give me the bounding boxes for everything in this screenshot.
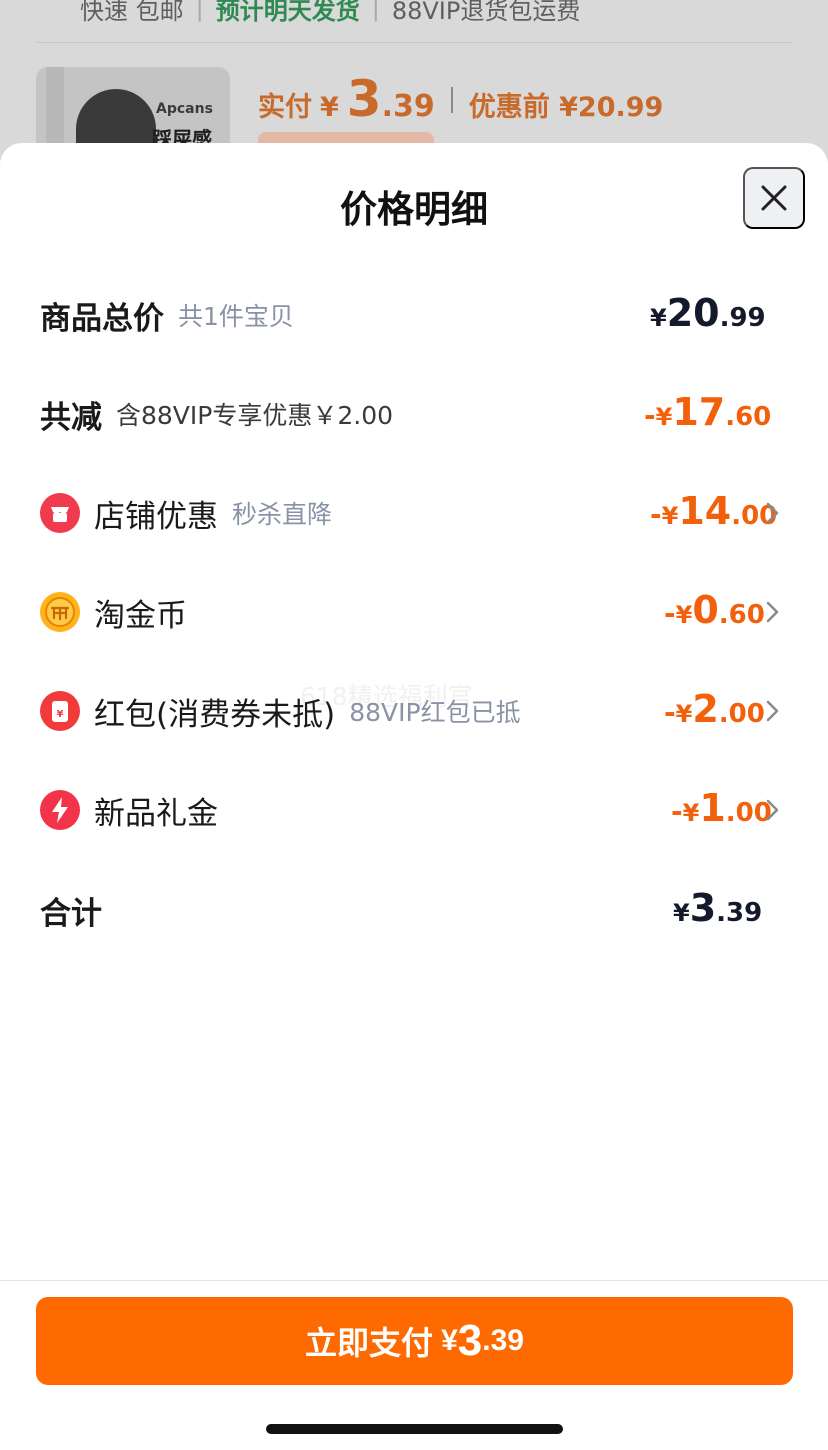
svg-text:¥: ¥ bbox=[57, 709, 64, 720]
pay-amount-dec: .39 bbox=[482, 1324, 524, 1357]
row-label: 店铺优惠 bbox=[94, 498, 218, 535]
row-sub: 含88VIP专享优惠￥2.00 bbox=[116, 401, 394, 430]
amount-taojin-coin: - ¥ 0 .60 bbox=[664, 588, 765, 632]
store-icon bbox=[40, 493, 80, 533]
row-sub: 88VIP红包已抵 bbox=[349, 698, 521, 727]
footer-divider bbox=[0, 1280, 828, 1281]
shipping-express: 快速 包邮 bbox=[80, 0, 184, 25]
close-button[interactable] bbox=[743, 167, 805, 229]
shipping-dispatch: 预计明天发货 bbox=[215, 0, 360, 25]
row-label: 红包(消费券未抵) bbox=[94, 696, 336, 733]
chevron-right-icon[interactable] bbox=[762, 599, 782, 625]
chevron-right-icon[interactable] bbox=[762, 500, 782, 526]
red-packet-icon: ¥ bbox=[40, 691, 80, 731]
amount-new-product-gift: - ¥ 1 .00 bbox=[671, 786, 772, 830]
shipping-vip-return: 88VIP退货包运费 bbox=[391, 0, 581, 25]
amount-total-goods: ¥ 20 .99 bbox=[650, 291, 766, 335]
paid-amount-dec: .39 bbox=[381, 89, 435, 124]
home-indicator bbox=[266, 1424, 563, 1434]
row-label: 合计 bbox=[40, 895, 102, 932]
sheet-title: 价格明细 bbox=[340, 188, 488, 231]
taojin-coin-icon bbox=[40, 592, 80, 632]
amount-total-reduction: - ¥ 17 .60 bbox=[644, 390, 772, 434]
chevron-right-icon[interactable] bbox=[762, 797, 782, 823]
chevron-right-icon[interactable] bbox=[762, 698, 782, 724]
row-label: 新品礼金 bbox=[94, 795, 218, 832]
pay-amount-int: 3 bbox=[457, 1316, 483, 1365]
price-before-discount: 优惠前 ¥20.99 bbox=[468, 92, 664, 123]
row-sub: 共1件宝贝 bbox=[178, 302, 294, 331]
lightning-icon bbox=[40, 790, 80, 830]
paid-label: 实付 bbox=[258, 92, 312, 123]
divider bbox=[36, 42, 792, 43]
close-icon bbox=[761, 185, 787, 211]
paid-amount-int: 3 bbox=[346, 70, 382, 128]
row-label: 共减 bbox=[40, 399, 102, 436]
pay-label: 立即支付 bbox=[305, 1325, 434, 1361]
amount-red-packet: - ¥ 2 .00 bbox=[664, 687, 765, 731]
shipping-info: 快速 包邮 | 预计明天发货 | 88VIP退货包运费 bbox=[80, 0, 580, 28]
price-detail-sheet: 价格明细 618精选福利官 商品总价 共1件宝贝 ¥ 20 .99 共减 含88… bbox=[0, 143, 828, 1450]
row-sub: 秒杀直降 bbox=[232, 500, 333, 529]
amount-grand-total: ¥ 3 .39 bbox=[673, 886, 763, 930]
background-order-page: 快速 包邮 | 预计明天发货 | 88VIP退货包运费 Apcans 踩屎感 实… bbox=[0, 0, 828, 187]
pay-now-button[interactable]: 立即支付 ¥ 3 .39 bbox=[36, 1297, 793, 1385]
row-label: 商品总价 bbox=[40, 300, 164, 337]
amount-store-discount: - ¥ 14 .00 bbox=[650, 489, 778, 533]
thumbnail-brand: Apcans bbox=[156, 101, 213, 117]
background-price: 实付 ¥ 3 .39 优惠前 ¥20.99 bbox=[258, 70, 664, 128]
row-label: 淘金币 bbox=[94, 597, 187, 634]
